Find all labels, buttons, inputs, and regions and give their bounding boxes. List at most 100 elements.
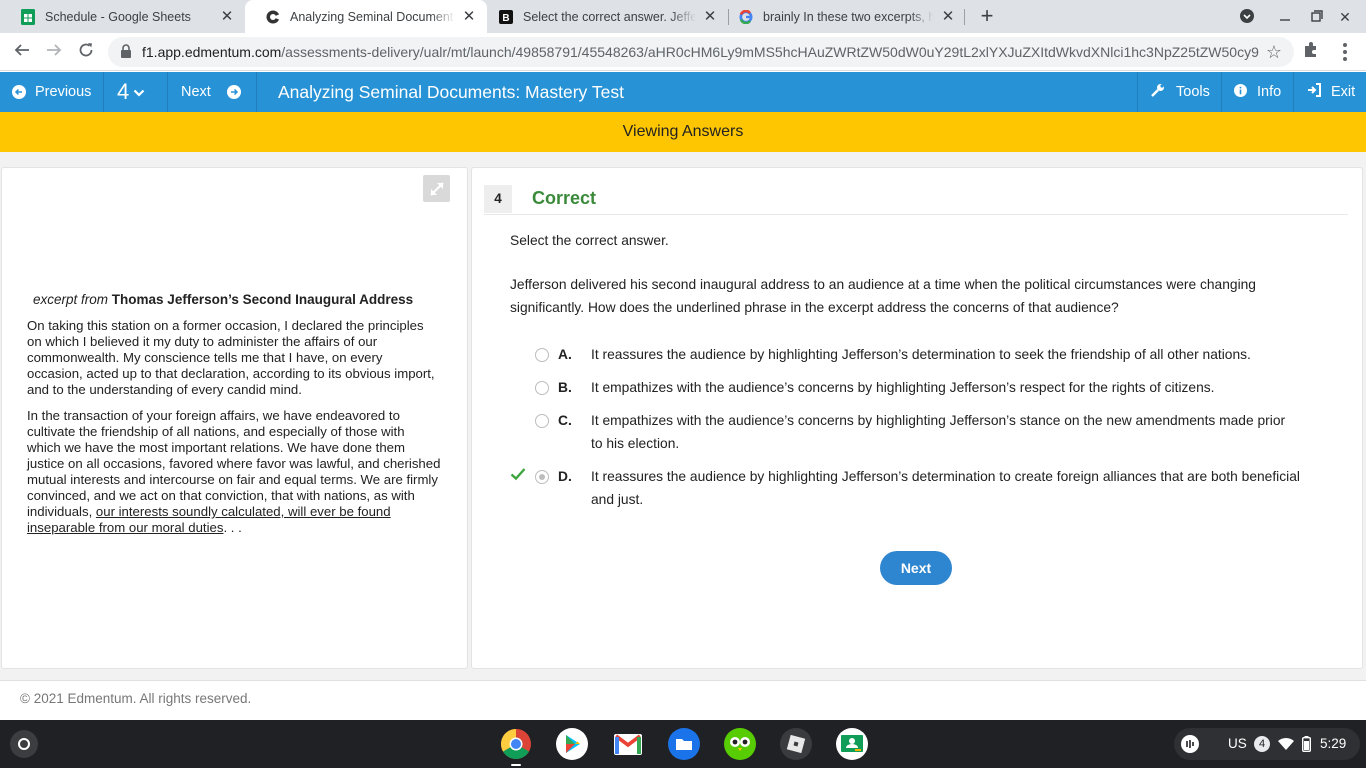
close-window-icon[interactable]: ✕	[1336, 8, 1354, 26]
notification-badge[interactable]: 4	[1254, 736, 1270, 752]
close-icon[interactable]: ✕	[219, 8, 235, 25]
launcher-icon[interactable]	[10, 730, 38, 758]
divider	[103, 72, 104, 112]
passage-text: On taking this station on a former occas…	[27, 318, 441, 546]
back-arrow-icon[interactable]	[11, 41, 33, 63]
play-store-icon[interactable]	[556, 728, 588, 760]
wifi-icon	[1278, 737, 1294, 751]
browser-tab-sheets[interactable]: Schedule - Google Sheets ✕	[0, 0, 245, 33]
next-question-button[interactable]: Next	[880, 551, 952, 585]
chevron-down-icon	[133, 86, 145, 102]
clock: 5:29	[1320, 736, 1347, 751]
next-label: Next	[181, 84, 211, 100]
arrow-right-icon	[226, 85, 241, 99]
passage-source: excerpt from Thomas Jefferson’s Second I…	[33, 292, 413, 307]
close-icon[interactable]: ✕	[702, 8, 718, 25]
question-number-badge: 4	[484, 185, 512, 213]
roblox-icon[interactable]	[780, 728, 812, 760]
previous-label: Previous	[35, 84, 92, 100]
gmail-icon[interactable]	[612, 728, 644, 760]
tab-title: brainly In these two excerpts, how	[763, 9, 934, 24]
tab-separator	[964, 9, 965, 25]
option-text: It reassures the audience by highlightin…	[591, 469, 1300, 507]
browser-toolbar: f1.app.edmentum.com/assessments-delivery…	[0, 33, 1366, 71]
question-instruction: Select the correct answer.	[510, 233, 669, 248]
browser-menu-icon[interactable]	[1340, 42, 1350, 62]
answer-option-d[interactable]: D. It reassures the audience by highligh…	[510, 465, 1300, 511]
new-tab-plus-icon[interactable]: +	[976, 5, 998, 27]
answer-option-b[interactable]: B. It empathizes with the audience’s con…	[510, 376, 1300, 399]
url-path: /assessments-delivery/ualr/mt/launch/498…	[281, 44, 1259, 60]
info-icon	[1234, 83, 1247, 101]
expand-icon[interactable]	[423, 175, 450, 202]
radio-button[interactable]	[535, 348, 549, 362]
info-label: Info	[1257, 84, 1282, 100]
passage-source-prefix: excerpt from	[33, 292, 109, 307]
divider	[1137, 72, 1138, 112]
option-text: It reassures the audience by highlightin…	[591, 347, 1251, 362]
exit-label: Exit	[1331, 84, 1356, 100]
sign-out-icon	[1307, 83, 1321, 101]
browser-tab-google[interactable]: brainly In these two excerpts, how ✕	[718, 0, 966, 33]
passage-text-span: In the transaction of your foreign affai…	[27, 408, 441, 519]
bookmark-star-icon[interactable]: ☆	[1266, 42, 1282, 63]
info-button[interactable]: Info	[1234, 72, 1281, 112]
accessibility-icon[interactable]	[1181, 735, 1199, 753]
tools-button[interactable]: Tools	[1151, 72, 1210, 112]
radio-button[interactable]	[535, 414, 549, 428]
question-header: 4 Correct	[484, 185, 1348, 215]
forward-arrow-icon[interactable]	[43, 41, 65, 63]
close-icon[interactable]: ✕	[940, 8, 956, 25]
google-icon	[738, 9, 754, 25]
svg-text:B: B	[502, 13, 509, 24]
browser-tab-strip: Schedule - Google Sheets ✕ Analyzing Sem…	[0, 0, 1366, 33]
option-letter: C.	[558, 413, 572, 428]
radio-button[interactable]	[535, 381, 549, 395]
assessment-title: Analyzing Seminal Documents: Mastery Tes…	[278, 82, 624, 102]
browser-tab-brainly[interactable]: B Select the correct answer. Jefferson d…	[478, 0, 728, 33]
close-icon[interactable]: ✕	[461, 8, 477, 25]
brainly-icon: B	[498, 9, 514, 25]
tab-search-icon[interactable]	[1238, 8, 1256, 26]
previous-button[interactable]: Previous	[12, 72, 91, 112]
answer-option-c[interactable]: C. It empathizes with the audience’s con…	[510, 409, 1300, 455]
edmentum-icon	[265, 9, 281, 25]
question-selector[interactable]: 4	[117, 72, 145, 112]
files-icon[interactable]	[668, 728, 700, 760]
sheets-icon	[20, 8, 36, 25]
copyright-text: © 2021 Edmentum. All rights reserved.	[20, 691, 252, 706]
tab-title: Analyzing Seminal Documents: Mastery Tes…	[290, 9, 455, 24]
battery-icon	[1301, 736, 1311, 753]
exit-button[interactable]: Exit	[1307, 72, 1355, 112]
next-header-button[interactable]: Next	[181, 72, 241, 112]
question-panel: 4 Correct Select the correct answer. Jef…	[471, 167, 1363, 669]
browser-tab-edmentum[interactable]: Analyzing Seminal Documents: Mastery Tes…	[245, 0, 487, 33]
reload-icon[interactable]	[75, 41, 97, 63]
answer-option-a[interactable]: A. It reassures the audience by highligh…	[510, 343, 1300, 366]
os-shelf: US 4 5:29	[0, 720, 1366, 768]
lock-icon[interactable]	[120, 44, 134, 60]
passage-paragraph: On taking this station on a former occas…	[27, 318, 435, 397]
passage-paragraph: In the transaction of your foreign affai…	[27, 408, 441, 536]
divider	[167, 72, 168, 112]
radio-button-selected[interactable]	[535, 470, 549, 484]
restore-icon[interactable]	[1308, 8, 1326, 26]
address-bar[interactable]: f1.app.edmentum.com/assessments-delivery…	[108, 37, 1294, 67]
divider	[1221, 72, 1222, 112]
divider	[1293, 72, 1294, 112]
system-tray[interactable]: US 4 5:29	[1174, 728, 1360, 760]
passage-panel: excerpt from Thomas Jefferson’s Second I…	[1, 167, 468, 669]
minimize-icon[interactable]	[1276, 8, 1294, 26]
classroom-icon[interactable]	[836, 728, 868, 760]
option-text: It empathizes with the audience’s concer…	[591, 413, 1286, 451]
chrome-icon[interactable]	[500, 728, 532, 760]
answer-status: Correct	[532, 188, 597, 208]
question-number: 4	[117, 79, 130, 104]
checkmark-icon	[510, 465, 530, 485]
extensions-puzzle-icon[interactable]	[1302, 41, 1322, 61]
passage-source-title: Thomas Jefferson’s Second Inaugural Addr…	[111, 292, 414, 307]
duolingo-icon[interactable]	[724, 728, 756, 760]
url-text: f1.app.edmentum.com/assessments-delivery…	[142, 44, 1260, 60]
tools-label: Tools	[1176, 84, 1210, 100]
question-text: Jefferson delivered his second inaugural…	[510, 277, 1256, 315]
